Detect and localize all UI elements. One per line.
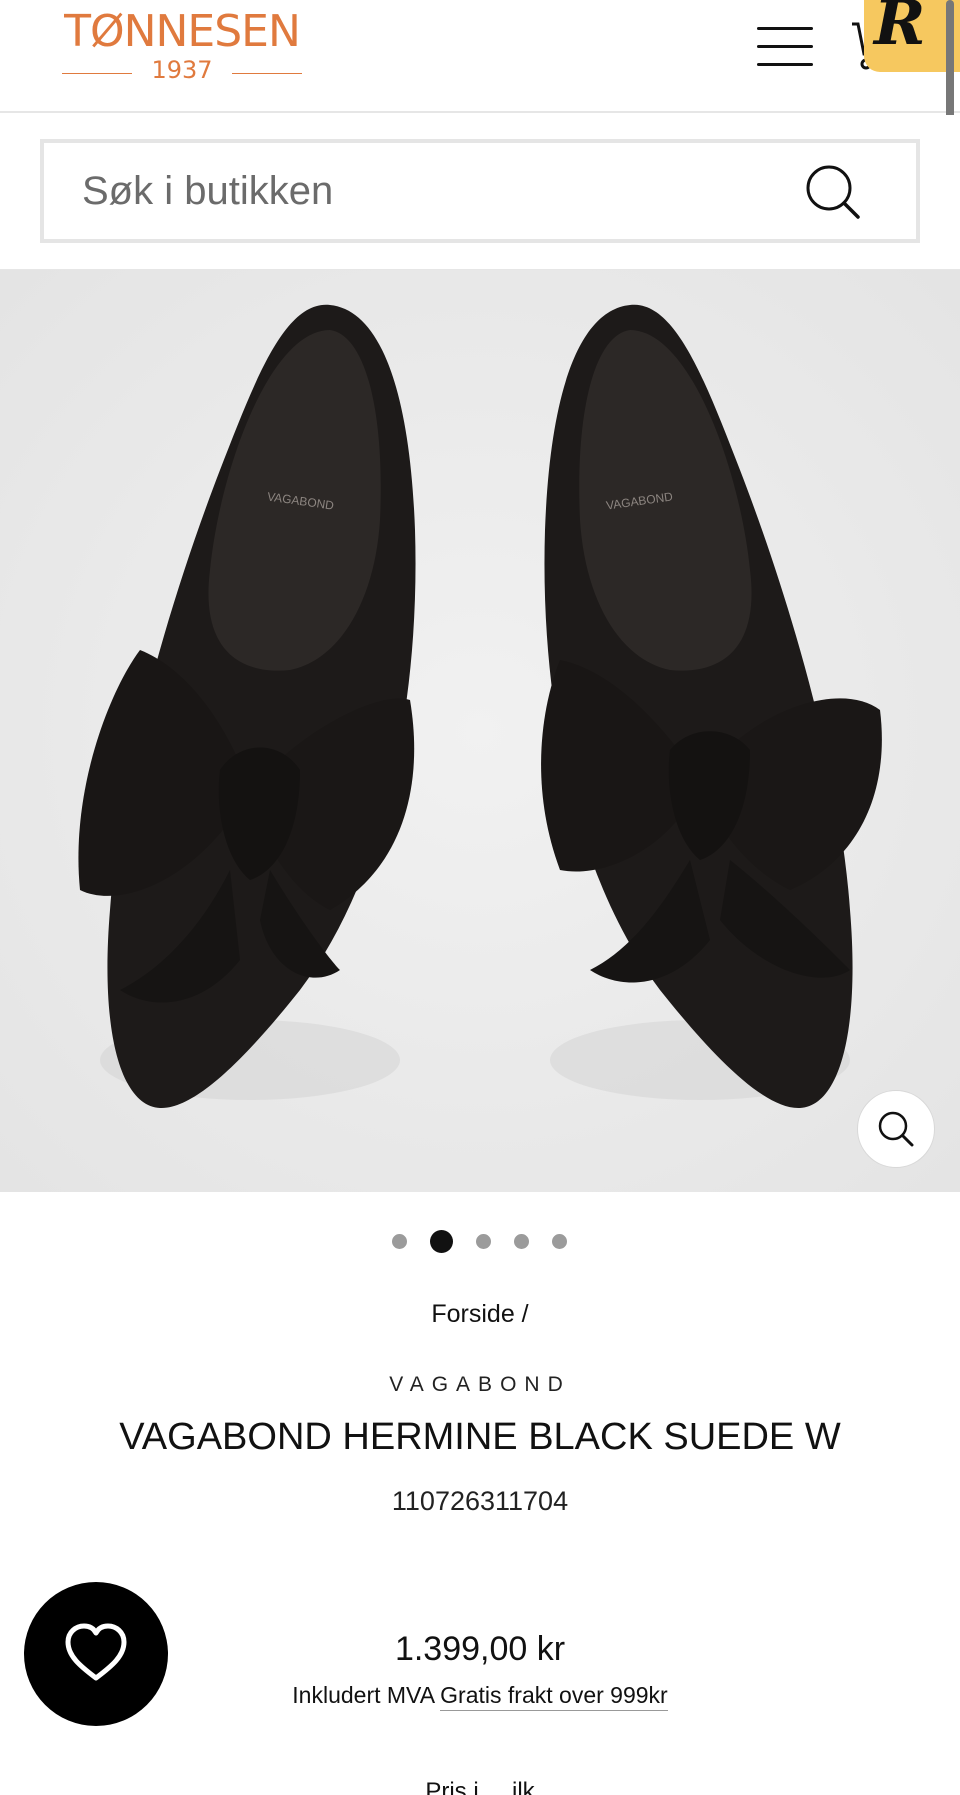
zoom-icon (878, 1111, 914, 1147)
gallery-dot-5[interactable] (552, 1234, 567, 1249)
gallery-dots (0, 1226, 960, 1256)
site-header: TØNNESEN 1937 (0, 0, 960, 113)
zoom-button[interactable] (857, 1090, 935, 1168)
shipping-link[interactable]: Gratis frakt over 999kr (440, 1682, 668, 1711)
logo-name: TØNNESEN (64, 6, 301, 57)
search-input[interactable] (82, 157, 782, 225)
logo-year: 1937 (151, 56, 213, 84)
badge-letter: R (874, 0, 926, 59)
logo-year-row: 1937 (52, 56, 312, 86)
hamburger-menu-icon[interactable] (752, 20, 818, 70)
gallery-dot-3[interactable] (476, 1234, 491, 1249)
search-box (40, 139, 920, 243)
product-vendor[interactable]: VAGABOND (0, 1373, 960, 1397)
gallery-dot-2[interactable] (430, 1230, 453, 1253)
product-title: VAGABOND HERMINE BLACK SUEDE W (119, 1416, 841, 1458)
gallery-dot-1[interactable] (392, 1234, 407, 1249)
brand-logo[interactable]: TØNNESEN 1937 (52, 6, 312, 86)
product-sku: 110726311704 (391, 1486, 569, 1516)
wishlist-button[interactable] (24, 1582, 168, 1726)
heart-icon (65, 1623, 127, 1681)
gallery-dot-4[interactable] (514, 1234, 529, 1249)
partial-text: Pris i ... ilk (425, 1778, 535, 1795)
breadcrumb[interactable]: Forside / (0, 1300, 960, 1329)
shoe-pair-image: VAGABOND VAGABOND (0, 270, 960, 1192)
tax-text: Inkludert MVA (292, 1682, 434, 1708)
logo-line-right (232, 73, 302, 74)
search-bar (0, 115, 960, 270)
product-image[interactable]: VAGABOND VAGABOND (0, 270, 960, 1192)
search-icon[interactable] (802, 161, 866, 225)
